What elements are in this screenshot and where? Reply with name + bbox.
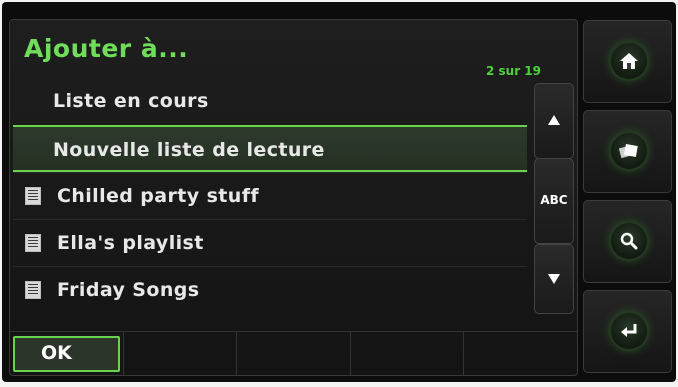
ok-button[interactable]: OK bbox=[13, 336, 120, 372]
bottom-slot bbox=[351, 332, 465, 375]
playlist-icon bbox=[25, 187, 41, 205]
list-item-chilled-party-stuff[interactable]: Chilled party stuff bbox=[13, 172, 527, 219]
device-screen: Ajouter à... 2 sur 19 Liste en cours Nou… bbox=[2, 2, 676, 382]
bottom-slot: OK bbox=[10, 332, 124, 375]
alphabet-index-button[interactable]: ABC bbox=[534, 158, 574, 244]
playlist-list: Liste en cours Nouvelle liste de lecture… bbox=[13, 78, 527, 313]
scroll-up-button[interactable] bbox=[534, 83, 574, 159]
page-counter: 2 sur 19 bbox=[486, 64, 542, 78]
search-button[interactable] bbox=[583, 200, 672, 283]
browse-icon bbox=[611, 133, 647, 169]
bottom-slot bbox=[464, 332, 577, 375]
list-item-label: Liste en cours bbox=[53, 90, 209, 112]
back-button[interactable] bbox=[583, 290, 672, 373]
alphabet-index-label: ABC bbox=[540, 193, 568, 207]
browse-button[interactable] bbox=[583, 110, 672, 193]
home-icon bbox=[611, 43, 647, 79]
bottom-bar: OK bbox=[10, 331, 577, 375]
list-item-new-playlist[interactable]: Nouvelle liste de lecture bbox=[13, 125, 527, 172]
list-item-label: Ella's playlist bbox=[57, 232, 204, 254]
bottom-slot bbox=[237, 332, 351, 375]
arrow-down-icon bbox=[548, 274, 560, 284]
playlist-icon bbox=[25, 234, 41, 252]
list-item-label: Friday Songs bbox=[57, 279, 200, 301]
page-title: Ajouter à... bbox=[24, 34, 189, 63]
playlist-icon bbox=[25, 281, 41, 299]
search-icon bbox=[611, 223, 647, 259]
list-item-label: Chilled party stuff bbox=[57, 185, 260, 207]
arrow-up-icon bbox=[548, 115, 560, 125]
list-item-current-list[interactable]: Liste en cours bbox=[13, 78, 527, 125]
list-item-friday-songs[interactable]: Friday Songs bbox=[13, 266, 527, 313]
list-item-ellas-playlist[interactable]: Ella's playlist bbox=[13, 219, 527, 266]
main-panel: Ajouter à... 2 sur 19 Liste en cours Nou… bbox=[9, 19, 578, 376]
back-icon bbox=[611, 313, 647, 349]
list-item-label: Nouvelle liste de lecture bbox=[53, 139, 325, 161]
scroll-down-button[interactable] bbox=[534, 244, 574, 314]
home-button[interactable] bbox=[583, 20, 672, 103]
bottom-slot bbox=[124, 332, 238, 375]
